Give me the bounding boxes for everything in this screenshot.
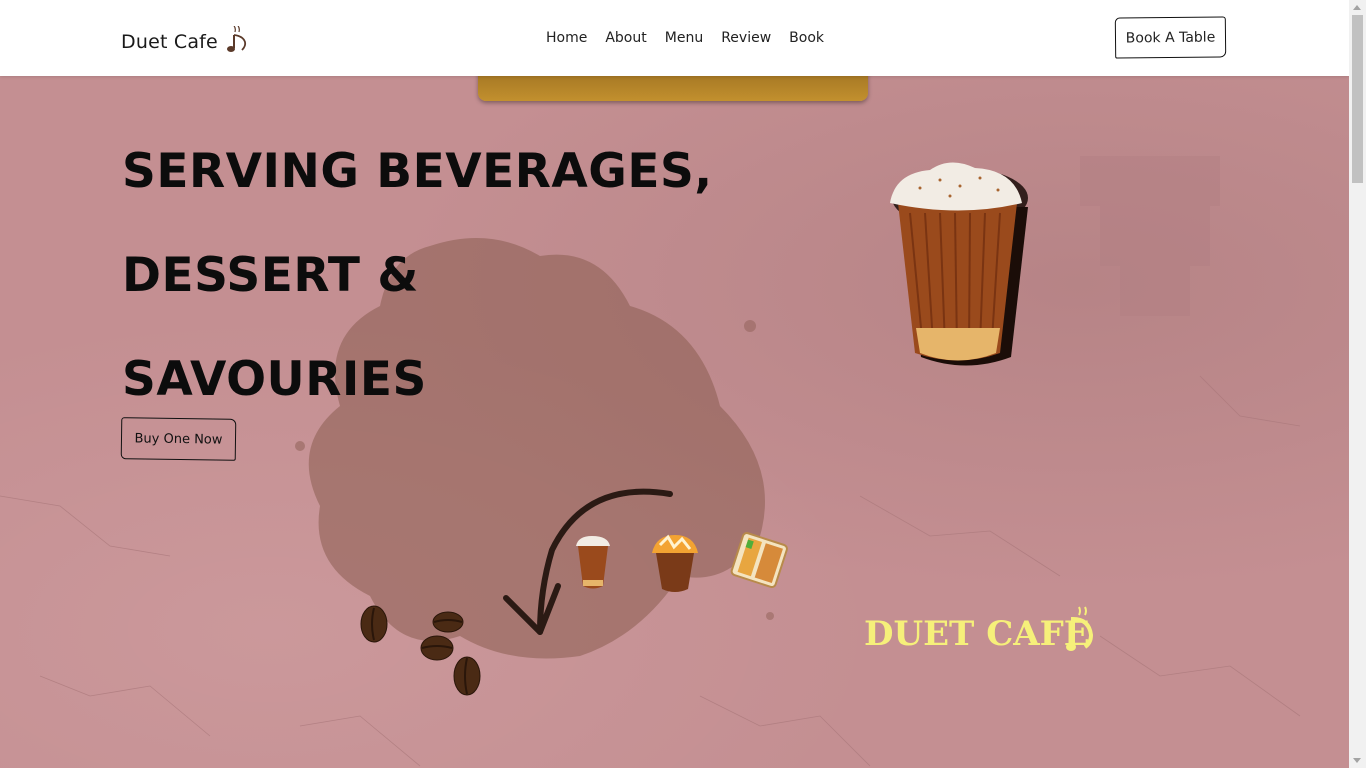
mini-coffee-cup-image bbox=[576, 536, 610, 589]
headline-line-2: DESSERT & bbox=[122, 248, 419, 303]
coffee-cup-image bbox=[890, 162, 1028, 366]
scroll-down-icon[interactable] bbox=[1353, 758, 1361, 763]
nav-about[interactable]: About bbox=[596, 29, 655, 47]
wooden-board bbox=[478, 76, 868, 101]
mini-dessert-cup-image bbox=[652, 534, 698, 592]
mini-sandwich-image bbox=[730, 532, 788, 589]
nav-review[interactable]: Review bbox=[712, 29, 780, 47]
headline-line-1: SERVING BEVERAGES, bbox=[122, 144, 713, 199]
brand-name[interactable]: Duet Cafe bbox=[121, 30, 218, 54]
buy-one-now-button[interactable]: Buy One Now bbox=[120, 417, 237, 461]
music-note-coffee-icon bbox=[226, 26, 247, 52]
duet-cafe-logo: DUET CAFE bbox=[864, 606, 1094, 654]
site-header: Duet Cafe Home About Menu Review Book Bo… bbox=[0, 0, 1349, 76]
hero-headline: SERVING BEVERAGES, DESSERT & SAVOURIES bbox=[122, 120, 742, 432]
book-table-button[interactable]: Book A Table bbox=[1114, 16, 1227, 59]
nav-book[interactable]: Book bbox=[780, 29, 833, 47]
main-nav: Home About Menu Review Book bbox=[537, 29, 833, 47]
nav-menu[interactable]: Menu bbox=[656, 29, 712, 47]
logo-text: DUET CAFE bbox=[864, 614, 1090, 654]
nav-home[interactable]: Home bbox=[537, 29, 596, 47]
scroll-up-icon[interactable] bbox=[1353, 5, 1361, 10]
coffee-beans-image bbox=[360, 605, 481, 696]
brand[interactable]: Duet Cafe bbox=[121, 18, 249, 54]
hero-section: SERVING BEVERAGES, DESSERT & SAVOURIES B… bbox=[0, 76, 1349, 768]
page-scrollbar[interactable] bbox=[1349, 0, 1366, 768]
headline-line-3: SAVOURIES bbox=[122, 352, 427, 407]
scroll-thumb[interactable] bbox=[1352, 15, 1363, 183]
